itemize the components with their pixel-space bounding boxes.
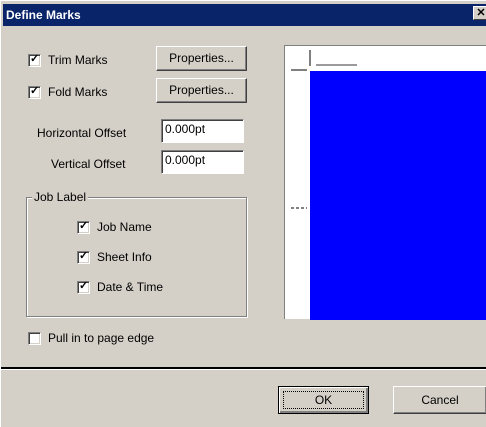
job-name-label: Job Name <box>97 220 152 234</box>
sheet-info-label: Sheet Info <box>97 250 152 264</box>
fold-marks-properties-button[interactable]: Properties... <box>156 78 247 103</box>
trim-marks-check-box[interactable]: ✓ <box>28 52 41 67</box>
marks-preview <box>284 45 486 320</box>
pull-in-checkbox[interactable]: Pull in to page edge <box>28 330 154 346</box>
job-name-checkbox[interactable]: ✓ Job Name <box>77 219 152 235</box>
checkmark-icon: ✓ <box>30 52 40 65</box>
fold-marks-checkbox[interactable]: ✓ Fold Marks <box>28 84 107 100</box>
dialog-title: Define Marks <box>6 8 81 22</box>
close-icon: ✕ <box>476 7 486 19</box>
pull-in-check-box[interactable] <box>28 331 41 345</box>
job-name-check-box[interactable]: ✓ <box>77 219 90 234</box>
footer-divider <box>1 367 486 370</box>
trim-marks-checkbox[interactable]: ✓ Trim Marks <box>28 52 108 68</box>
cancel-label: Cancel <box>421 393 459 407</box>
checkmark-icon: ✓ <box>30 84 40 97</box>
trim-marks-properties-button[interactable]: Properties... <box>156 46 247 71</box>
pull-in-label: Pull in to page edge <box>48 331 155 345</box>
checkmark-icon: ✓ <box>79 279 89 292</box>
ok-focus-rect <box>283 391 364 409</box>
horizontal-offset-field[interactable]: 0.000pt <box>161 119 244 143</box>
vertical-offset-label: Vertical Offset <box>51 157 126 171</box>
vertical-offset-field[interactable]: 0.000pt <box>161 150 244 174</box>
checkmark-icon: ✓ <box>79 249 89 262</box>
close-button[interactable]: ✕ <box>473 6 486 20</box>
trim-marks-label: Trim Marks <box>48 53 108 67</box>
define-marks-dialog: Define Marks ✕ ✓ Trim Marks Properties..… <box>0 0 486 427</box>
sheet-info-checkbox[interactable]: ✓ Sheet Info <box>77 249 152 265</box>
job-label-group-title: Job Label <box>32 190 89 204</box>
fold-marks-check-box[interactable]: ✓ <box>28 84 41 99</box>
checkmark-icon: ✓ <box>79 219 89 232</box>
cancel-button[interactable]: Cancel <box>393 386 486 414</box>
date-time-checkbox[interactable]: ✓ Date & Time <box>77 279 163 295</box>
date-time-label: Date & Time <box>97 280 164 294</box>
preview-page <box>310 71 486 320</box>
horizontal-offset-label: Horizontal Offset <box>37 126 127 140</box>
title-bar[interactable]: Define Marks ✕ <box>3 4 486 26</box>
fold-marks-label: Fold Marks <box>48 85 108 99</box>
date-time-check-box[interactable]: ✓ <box>77 279 90 294</box>
ok-button[interactable]: OK <box>278 386 369 414</box>
sheet-info-check-box[interactable]: ✓ <box>77 249 90 264</box>
